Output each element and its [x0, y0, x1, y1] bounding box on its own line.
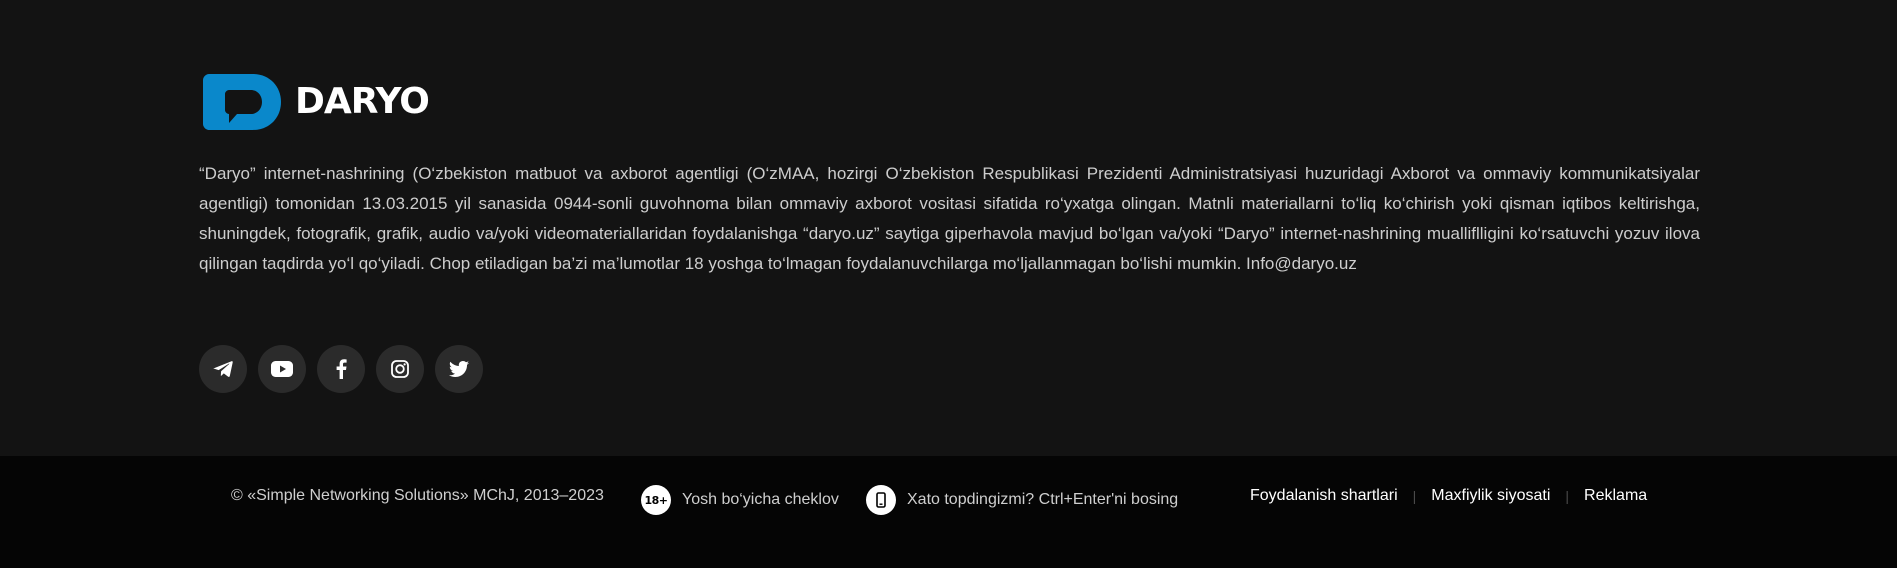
phone-icon [866, 485, 896, 515]
daryo-logo[interactable]: DARYO [203, 74, 430, 130]
youtube-icon [271, 361, 293, 377]
link-divider: | [1412, 488, 1417, 504]
link-divider: | [1565, 488, 1570, 504]
facebook-icon [336, 359, 347, 379]
advertising-link[interactable]: Reklama [1584, 487, 1647, 505]
age-restriction-label: Yosh bo‘yicha cheklov [682, 491, 839, 508]
instagram-button[interactable] [376, 345, 424, 393]
twitter-icon [449, 361, 469, 377]
daryo-logo-icon [203, 74, 281, 130]
error-report-label: Xato topdingizmi? Ctrl+Enter'ni bosing [907, 491, 1179, 508]
about-text: “Daryo” internet-nashrining (O‘zbekiston… [199, 164, 1700, 273]
brand-name: DARYO [295, 81, 430, 122]
age-restriction: 18+ Yosh bo‘yicha cheklov [641, 485, 839, 515]
twitter-button[interactable] [435, 345, 483, 393]
facebook-button[interactable] [317, 345, 365, 393]
terms-link[interactable]: Foydalanish shartlari [1250, 487, 1398, 505]
footer-links: Foydalanish shartlari | Maxfiylik siyosa… [1250, 487, 1647, 505]
footer-top: DARYO “Daryo” internet-nashrining (O‘zbe… [0, 0, 1897, 456]
instagram-icon [391, 360, 409, 378]
age-18-icon: 18+ [641, 485, 671, 515]
copyright-text: © «Simple Networking Solutions» MChJ, 20… [231, 487, 604, 504]
error-report-hint: Xato topdingizmi? Ctrl+Enter'ni bosing [866, 485, 1178, 515]
telegram-button[interactable] [199, 345, 247, 393]
privacy-link[interactable]: Maxfiylik siyosati [1431, 487, 1550, 505]
telegram-icon [213, 361, 233, 377]
youtube-button[interactable] [258, 345, 306, 393]
social-links [199, 345, 483, 393]
